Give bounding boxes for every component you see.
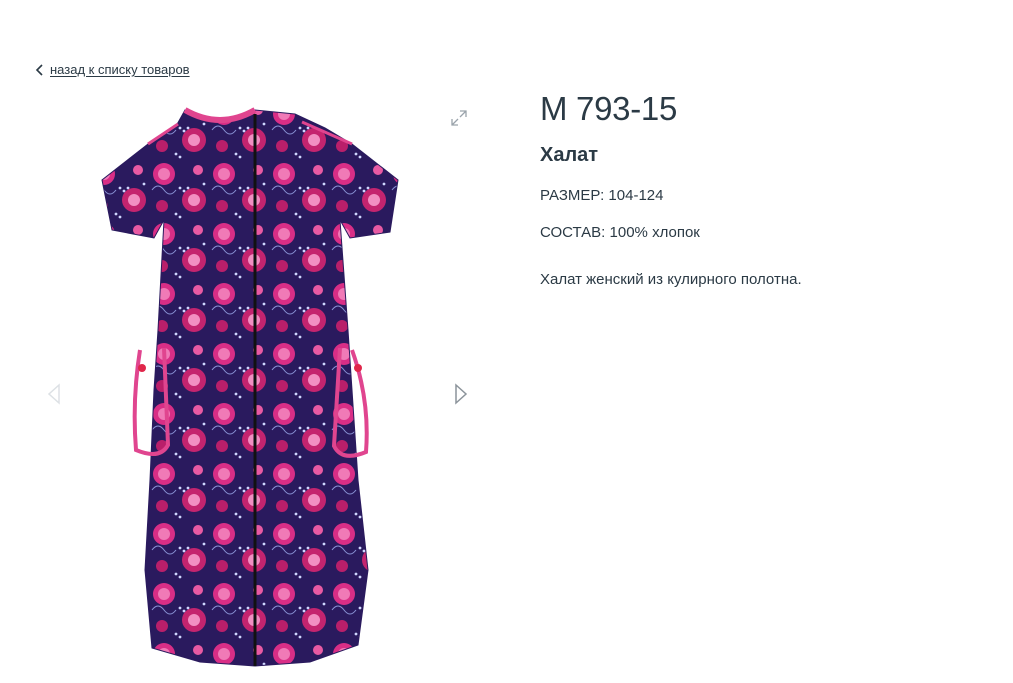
arrow-right-icon[interactable] [453,383,469,405]
product-sku: М 793-15 [540,90,678,127]
size-value: 104-124 [608,186,664,204]
back-link-label: назад к списку товаров [50,62,190,77]
product-gallery [40,100,480,680]
product-photo[interactable] [90,100,420,678]
composition-value: 100% хлопок [609,223,700,241]
size-label: РАЗМЕР: [540,186,605,204]
composition-label: СОСТАВ: [540,223,606,241]
size-row: РАЗМЕР: 104-124 [540,187,980,204]
arrow-left-icon[interactable] [46,383,62,405]
product-name: Халат [540,143,599,166]
chevron-left-icon [35,63,44,76]
composition-row: СОСТАВ: 100% хлопок [540,224,980,241]
product-info: М 793-15 Халат РАЗМЕР: 104-124 СОСТАВ: 1… [540,90,980,288]
back-to-list-link[interactable]: назад к списку товаров [35,62,190,77]
expand-icon[interactable] [449,108,469,128]
product-description: Халат женский из кулирного полотна. [540,270,802,288]
